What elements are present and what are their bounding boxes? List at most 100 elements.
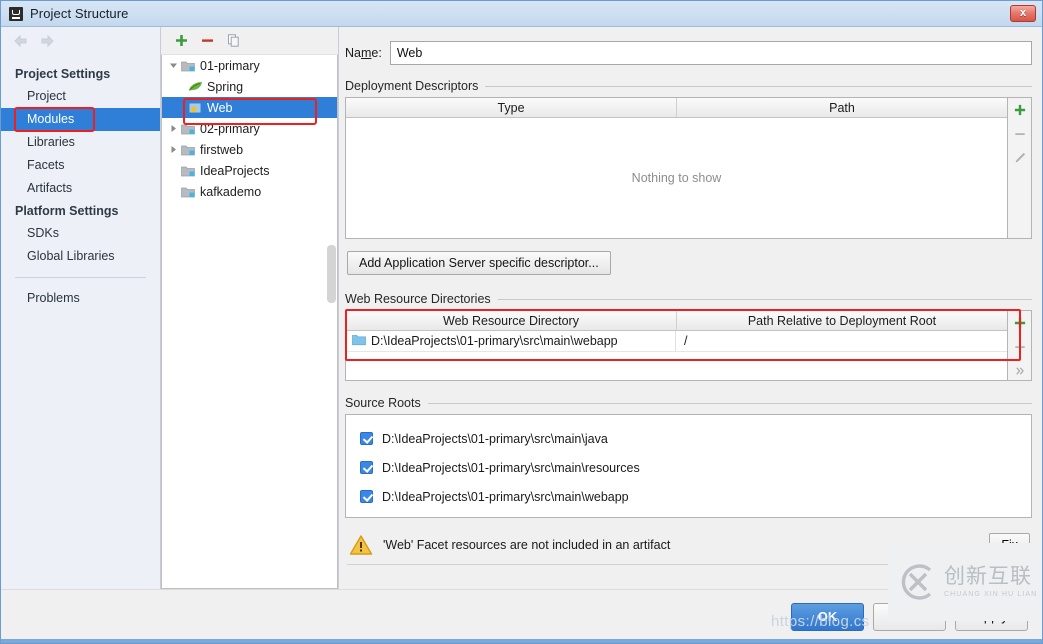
module-tree-panel: 01-primary Spring Web 02-primary firstwe… [161,27,339,589]
checkbox-checked-icon[interactable] [360,461,373,474]
tree-node-label: Spring [207,79,244,94]
minus-icon[interactable] [1010,337,1030,356]
column-header-type[interactable]: Type [346,98,677,117]
apply-button[interactable]: Apply [955,602,1028,631]
facet-settings-panel: Name: Deployment Descriptors Type Path N… [339,27,1042,589]
table-body: D:\IdeaProjects\01-primary\src\main\weba… [346,331,1007,376]
section-rule [485,85,1032,87]
tree-node-kafkademo[interactable]: kafkademo [162,181,337,202]
sidebar-item-problems[interactable]: Problems [1,287,160,310]
tree-node-spring[interactable]: Spring [162,76,337,97]
sidebar-item-artifacts[interactable]: Artifacts [1,177,160,200]
sidebar-group-platform-settings: Platform Settings [15,204,119,218]
plus-icon[interactable] [171,31,191,51]
checkbox-checked-icon[interactable] [360,490,373,503]
warning-bar: 'Web' Facet resources are not included i… [345,528,1032,562]
sidebar-navigation [1,27,160,55]
sidebar-item-facets[interactable]: Facets [1,154,160,177]
table-body: Nothing to show [346,118,1007,238]
dialog-footer: OK Cancel Apply [1,589,1042,643]
spring-leaf-icon [188,80,203,94]
source-root-row[interactable]: D:\IdeaProjects\01-primary\src\main\weba… [346,482,1031,511]
column-header-path-relative[interactable]: Path Relative to Deployment Root [677,311,1007,330]
sidebar-item-project[interactable]: Project [1,85,160,108]
fix-button[interactable]: Fix [989,532,1030,558]
name-input[interactable] [389,41,1032,65]
footer-accent-line [1,639,1042,643]
web-resource-directories-table-wrap: Web Resource Directory Path Relative to … [345,310,1032,381]
minus-icon[interactable] [197,31,217,51]
module-folder-icon [181,59,196,73]
sidebar-item-global-libraries[interactable]: Global Libraries [1,245,160,268]
table-row[interactable]: D:\IdeaProjects\01-primary\src\main\weba… [346,331,1007,352]
cell-path-relative: / [675,331,1007,351]
add-application-server-descriptor-button[interactable]: Add Application Server specific descript… [347,251,611,275]
cell-web-resource-directory: D:\IdeaProjects\01-primary\src\main\weba… [346,334,675,349]
module-folder-icon [181,122,196,136]
web-resource-directories-table[interactable]: Web Resource Directory Path Relative to … [345,310,1008,381]
tree-node-ideaprojects[interactable]: IdeaProjects [162,160,337,181]
module-folder-icon [181,164,196,178]
tree-scrollbar[interactable] [327,245,336,303]
plus-icon[interactable] [1010,100,1030,119]
deployment-descriptors-toolbar [1008,97,1032,239]
sidebar-item-modules[interactable]: Modules [1,108,160,131]
folder-icon [352,334,366,349]
empty-state-text: Nothing to show [631,171,722,185]
chevron-right-icon[interactable] [166,143,180,157]
pencil-icon[interactable] [1010,148,1030,167]
source-roots-section: Source Roots D:\IdeaProjects\01-primary\… [345,396,1032,589]
source-root-label: D:\IdeaProjects\01-primary\src\main\weba… [382,489,629,504]
cancel-button[interactable]: Cancel [873,602,946,631]
sidebar-list: Project Settings Project Modules Librari… [1,55,160,589]
minus-icon[interactable] [1010,124,1030,143]
table-header-row: Type Path [346,98,1007,118]
tree-node-01-primary[interactable]: 01-primary [162,55,337,76]
copy-icon[interactable] [223,31,243,51]
chevrons-right-icon[interactable] [1010,361,1030,380]
title-bar: Project Structure x [1,1,1042,27]
deployment-descriptors-table[interactable]: Type Path Nothing to show [345,97,1008,239]
chevron-right-icon[interactable] [166,122,180,136]
sidebar-item-libraries[interactable]: Libraries [1,131,160,154]
column-header-path[interactable]: Path [677,98,1007,117]
module-tree[interactable]: 01-primary Spring Web 02-primary firstwe… [161,55,338,589]
web-facet-icon [188,101,203,115]
tree-node-label: Web [207,100,233,115]
column-header-web-resource-directory[interactable]: Web Resource Directory [346,311,677,330]
deployment-descriptors-title: Deployment Descriptors [345,79,1032,93]
web-resource-directories-title: Web Resource Directories [345,292,1032,306]
sidebar-divider [15,277,146,278]
back-arrow-icon[interactable] [13,34,29,48]
cell-text: D:\IdeaProjects\01-primary\src\main\weba… [371,334,618,348]
checkbox-checked-icon[interactable] [360,432,373,445]
window-title: Project Structure [30,6,129,21]
source-roots-title: Source Roots [345,396,1032,410]
ok-button[interactable]: OK [791,602,864,631]
tree-node-label: firstweb [200,142,244,157]
forward-arrow-icon[interactable] [39,34,55,48]
source-root-row[interactable]: D:\IdeaProjects\01-primary\src\main\reso… [346,453,1031,482]
tree-node-label: kafkademo [200,184,262,199]
source-root-row[interactable]: D:\IdeaProjects\01-primary\src\main\java [346,424,1031,453]
tree-node-02-primary[interactable]: 02-primary [162,118,337,139]
close-icon[interactable]: x [1010,5,1036,22]
web-resource-directories-section: Web Resource Directories Web Resource Di… [345,292,1032,381]
web-resource-directories-toolbar [1008,310,1032,381]
intellij-idea-icon [9,6,23,21]
source-root-label: D:\IdeaProjects\01-primary\src\main\reso… [382,460,640,475]
chevron-down-icon[interactable] [166,59,180,73]
warning-message: 'Web' Facet resources are not included i… [383,538,671,552]
deployment-descriptors-section: Type Path Nothing to show [345,97,1032,239]
source-roots-list: D:\IdeaProjects\01-primary\src\main\java… [345,414,1032,518]
plus-icon[interactable] [1010,313,1030,332]
tree-node-label: 01-primary [200,58,260,73]
tree-node-web[interactable]: Web [162,97,337,118]
project-structure-dialog: Project Structure x Project Settings Pro… [0,0,1043,644]
settings-sidebar: Project Settings Project Modules Librari… [1,27,161,589]
sidebar-item-sdks[interactable]: SDKs [1,222,160,245]
module-folder-icon [181,143,196,157]
source-root-label: D:\IdeaProjects\01-primary\src\main\java [382,431,608,446]
tree-node-firstweb[interactable]: firstweb [162,139,337,160]
section-rule [427,402,1032,404]
